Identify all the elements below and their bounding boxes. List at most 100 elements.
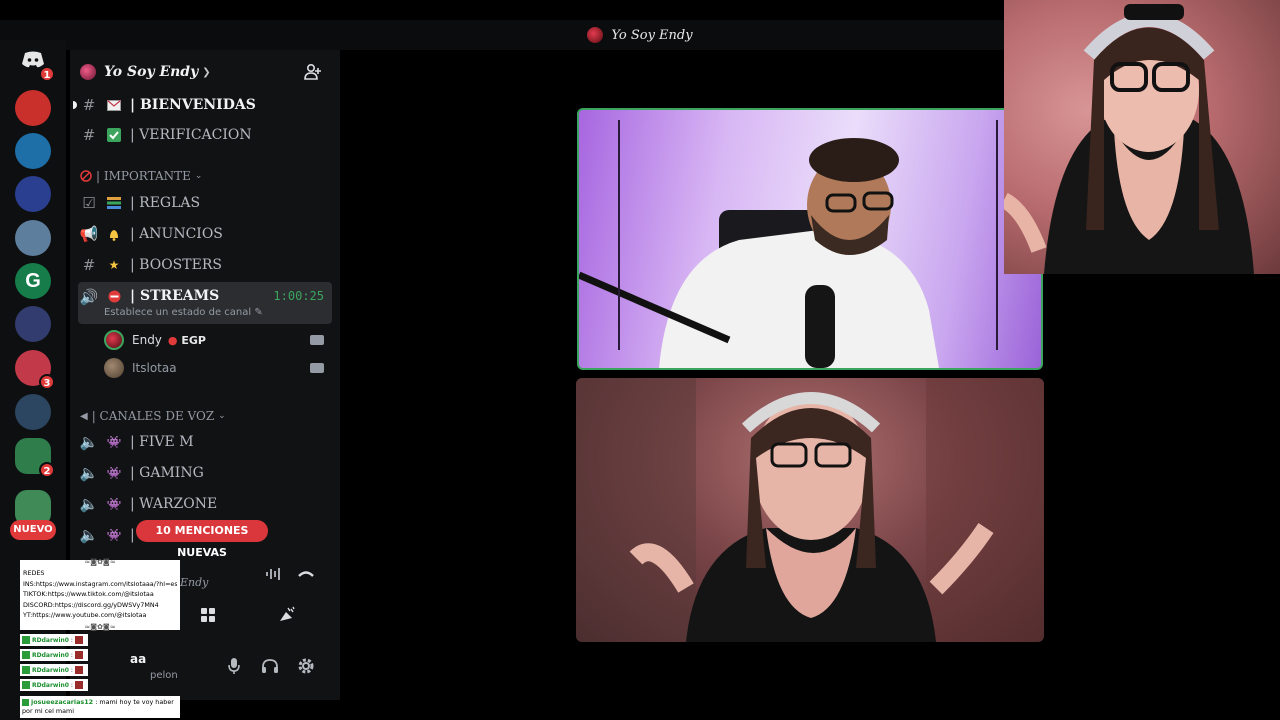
voice-user-itslotaa[interactable]: Itslotaa [104, 356, 332, 380]
channel-warzone[interactable]: 🔈 👾 | WARZONE [78, 490, 332, 518]
chevron-down-icon: ⌄ [218, 411, 226, 421]
video-feed-itslotaa [576, 378, 1044, 642]
chat-message: RDdarwin0 : [20, 664, 88, 676]
new-servers-pill[interactable]: NUEVO [10, 520, 56, 540]
channel-status-prompt[interactable]: Establece un estado de canal ✎ [104, 307, 263, 318]
chat-message: RDdarwin0 : [20, 679, 88, 691]
channel-streams[interactable]: 🔊 | STREAMS 1:00:25 Establece un estado … [78, 282, 332, 324]
rules-icon: ☑ [82, 194, 96, 212]
server-icon [80, 64, 96, 80]
emote-icon [74, 666, 83, 674]
voice-user-name: Endy [132, 333, 162, 347]
channel-label: | BIENVENIDAS [130, 97, 256, 113]
discord-logo-icon [22, 51, 44, 68]
chat-message: RDdarwin0 : [20, 634, 88, 646]
server-7-badge: 3 [39, 374, 55, 390]
star-icon: ★ [108, 258, 120, 272]
server-icon-7[interactable]: 3 [15, 350, 55, 390]
home-unread-badge: 1 [39, 66, 55, 82]
headphones-icon[interactable] [260, 656, 280, 676]
socials-line: DISCORD:https://discord.gg/yDWSVy7MN4 [23, 600, 159, 609]
alien-icon: 👾 [106, 497, 122, 511]
video-feed-endy [579, 120, 998, 368]
speaker-icon: 🔈 [79, 495, 99, 513]
channel-gaming[interactable]: 🔈 👾 | GAMING [78, 459, 332, 487]
noise-suppression-icon[interactable] [264, 564, 284, 584]
speaker-icon: 🔈 [79, 464, 99, 482]
camera-icon [310, 363, 324, 373]
avatar [104, 330, 124, 350]
speaker-icon: 🔈 [79, 433, 99, 451]
activities-icon[interactable] [198, 605, 218, 625]
user-status: pelon [150, 670, 178, 681]
checkmark-icon [104, 127, 124, 143]
category-importante[interactable]: | IMPORTANTE ⌄ [80, 167, 202, 185]
hashtag-icon: # [82, 126, 96, 144]
streamer-webcam [1004, 0, 1280, 274]
chat-username: RDdarwin0 [32, 651, 69, 659]
category-canales-de-voz[interactable]: ◀ | CANALES DE VOZ ⌄ [80, 407, 226, 425]
disconnect-icon[interactable] [296, 564, 316, 584]
channel-verificacion[interactable]: # | VERIFICACION [78, 121, 332, 149]
channel-bienvenidas[interactable]: # | BIENVENIDAS [73, 91, 332, 119]
subscriber-badge-icon [22, 651, 30, 659]
channel-label: | VERIFICACION [130, 127, 252, 143]
voice-user-endy[interactable]: Endy ● EGP [104, 328, 332, 352]
envelope-icon [104, 97, 124, 113]
socials-line: INS:https://www.instagram.com/itslotaaa/… [23, 579, 177, 588]
chat-message: RDdarwin0 : [20, 649, 88, 661]
unread-indicator [73, 101, 77, 109]
server-icon-3[interactable] [15, 176, 51, 212]
channel-boosters[interactable]: # ★ | BOOSTERS [78, 251, 332, 279]
channel-reglas[interactable]: ☑ | REGLAS [78, 189, 332, 217]
channel-label: | [130, 527, 135, 543]
webcam-feed [1004, 4, 1254, 274]
discord-home-button[interactable]: 1 [15, 42, 55, 82]
bell-icon [104, 226, 124, 242]
no-entry-icon [104, 288, 124, 304]
chat-username: RDdarwin0 [32, 666, 69, 674]
books-icon [104, 195, 124, 211]
chevron-down-icon: ⌄ [194, 171, 203, 181]
chat-username: RDdarwin0 [32, 681, 69, 689]
status-text: Establece un estado de canal [104, 307, 252, 318]
megaphone-icon: 📢 [79, 225, 99, 243]
alien-icon: 👾 [106, 528, 122, 542]
channel-label: | BOOSTERS [130, 257, 222, 273]
alien-icon: 👾 [106, 435, 122, 449]
subscriber-badge-icon [22, 681, 30, 689]
server-header[interactable]: Yo Soy Endy ❯ [70, 50, 340, 94]
voice-user-name: Itslotaa [132, 361, 177, 375]
new-mentions-pill[interactable]: 10 MENCIONES NUEVAS [136, 520, 268, 559]
server-avatar-icon [587, 27, 604, 43]
camera-icon [310, 335, 324, 345]
channel-anuncios[interactable]: 📢 | ANUNCIOS [78, 220, 332, 248]
channel-fivem[interactable]: 🔈 👾 | FIVE M [78, 428, 332, 456]
hashtag-icon: # [82, 96, 96, 114]
channel-label: | GAMING [130, 465, 204, 481]
channel-label: | REGLAS [130, 195, 201, 211]
speaker-icon: 🔈 [79, 526, 99, 544]
server-icon-6[interactable] [15, 306, 51, 342]
voice-timer: 1:00:25 [273, 289, 324, 303]
user-panel: aa pelon [70, 644, 332, 690]
channel-label: | FIVE M [130, 434, 194, 450]
server-icon-8[interactable] [15, 394, 51, 430]
microphone-icon[interactable] [224, 656, 244, 676]
video-tile-itslotaa[interactable] [576, 378, 1044, 642]
alien-icon: 👾 [106, 466, 122, 480]
soundboard-icon[interactable] [276, 605, 296, 625]
voice-speaker-icon: 🔊 [79, 288, 99, 306]
server-icon-9[interactable]: 2 [15, 438, 55, 478]
server-icon-4[interactable] [15, 220, 51, 256]
video-tile-endy[interactable] [577, 108, 1043, 370]
subscriber-badge-icon [22, 698, 29, 706]
server-icon-5[interactable]: G [15, 263, 51, 299]
gear-icon[interactable] [296, 656, 316, 676]
server-icon-2[interactable] [15, 133, 51, 169]
chevron-down-icon: ❯ [202, 66, 211, 78]
chat-username: RDdarwin0 [32, 636, 69, 644]
server-icon-1[interactable] [15, 90, 51, 126]
invite-people-icon[interactable] [304, 64, 322, 80]
avatar [104, 358, 124, 378]
